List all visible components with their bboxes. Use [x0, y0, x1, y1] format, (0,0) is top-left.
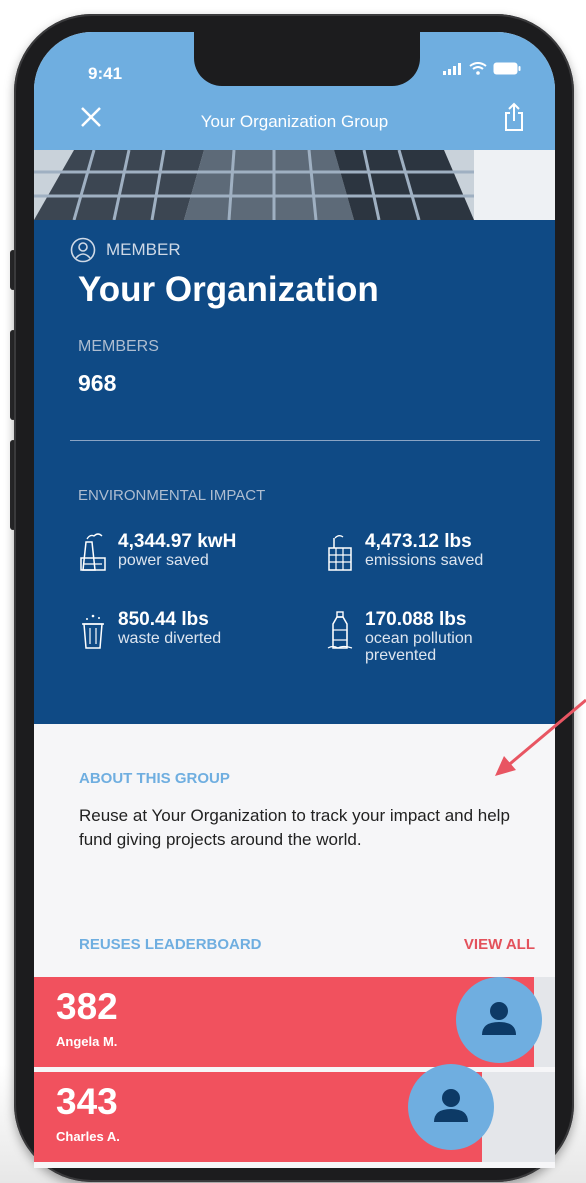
leaderboard-score: 382 — [56, 986, 118, 1027]
members-count: 968 — [78, 370, 117, 396]
leaderboard-title: REUSES LEADERBOARD — [79, 936, 262, 953]
hero-building-image — [34, 150, 555, 220]
app-screen: 9:41 Your Organization Group MEMBER Your… — [34, 32, 555, 1168]
battery-icon — [493, 62, 521, 75]
about-description: Reuse at Your Organization to track your… — [79, 806, 510, 849]
leaderboard-score: 343 — [56, 1081, 118, 1122]
organization-name: Your Organization — [78, 270, 379, 309]
factory-icon — [328, 535, 352, 571]
stat-value: 170.088 lbs — [365, 609, 467, 630]
wifi-icon — [469, 62, 487, 75]
stat-description: ocean pollution — [365, 630, 473, 647]
members-label: MEMBERS — [78, 338, 159, 355]
about-section: ABOUT THIS GROUP Reuse at Your Organizat… — [34, 724, 555, 980]
leaderboard-row[interactable]: 343 Charles A. — [34, 1064, 555, 1162]
avatar — [408, 1064, 494, 1150]
bottle-icon — [327, 611, 353, 649]
stat-value: 4,473.12 lbs — [365, 531, 472, 552]
member-label: MEMBER — [106, 240, 181, 259]
stat-value: 4,344.97 kwH — [118, 531, 237, 552]
stat-power-saved: 4,344.97 kwH power saved — [78, 532, 236, 572]
card-divider — [70, 440, 540, 441]
stat-description: emissions saved — [365, 552, 484, 569]
user-icon — [482, 1002, 516, 1035]
stat-description: waste diverted — [118, 630, 222, 647]
phone-notch — [194, 32, 420, 86]
status-icons — [443, 62, 521, 75]
environmental-impact-label: ENVIRONMENTAL IMPACT — [78, 487, 266, 504]
leaderboard-name: Charles A. — [56, 1129, 120, 1144]
leaderboard-name: Angela M. — [56, 1034, 118, 1049]
power-plant-icon — [80, 533, 106, 571]
about-title: ABOUT THIS GROUP — [79, 770, 230, 787]
stat-waste-diverted: 850.44 lbs waste diverted — [78, 610, 221, 650]
avatar — [456, 977, 542, 1063]
user-icon — [434, 1089, 468, 1122]
stat-value: 850.44 lbs — [118, 609, 209, 630]
trash-bin-icon — [82, 614, 104, 649]
stat-ocean-pollution: 170.088 lbs ocean pollution prevented — [325, 610, 473, 664]
organization-card: MEMBER Your Organization MEMBERS 968 ENV… — [34, 220, 555, 724]
page-title: Your Organization Group — [200, 112, 389, 131]
leaderboard-row[interactable]: 382 Angela M. — [34, 977, 555, 1067]
status-time: 9:41 — [88, 64, 123, 83]
view-all-link[interactable]: VIEW ALL — [464, 936, 535, 953]
user-circle-icon — [70, 237, 96, 263]
member-row: MEMBER — [70, 237, 181, 263]
stat-emissions-saved: 4,473.12 lbs emissions saved — [325, 532, 483, 572]
top-bar: 9:41 Your Organization Group — [34, 32, 555, 150]
signal-icon — [443, 62, 461, 75]
stat-description: power saved — [118, 552, 209, 569]
share-icon[interactable] — [503, 102, 525, 132]
stat-description-line2: prevented — [365, 647, 437, 664]
